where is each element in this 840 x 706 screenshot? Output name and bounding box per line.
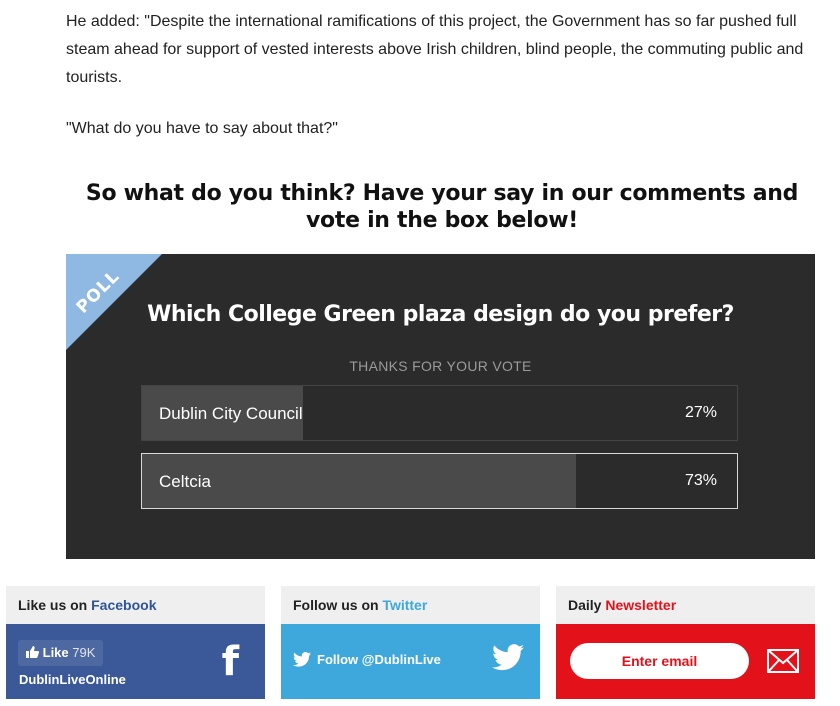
twitter-follow-label: Follow @DublinLive	[317, 652, 441, 667]
twitter-follow-button[interactable]: Follow @DublinLive	[293, 652, 441, 667]
twitter-box: Follow us on Twitter Follow @DublinLive	[281, 586, 540, 699]
poll-option-percent: 73%	[684, 472, 717, 489]
comments-call-to-action: So what do you think? Have your say in o…	[85, 181, 799, 233]
poll-option-label: Celtcia	[159, 472, 211, 491]
facebook-icon[interactable]: f	[222, 638, 239, 686]
envelope-icon[interactable]	[767, 649, 799, 678]
article-paragraph: He added: "Despite the international ram…	[66, 13, 804, 86]
facebook-box: Like us on Facebook Like 79K DublinLiveO…	[6, 586, 265, 699]
article-body: He added: "Despite the international ram…	[66, 8, 816, 166]
thumbs-up-icon	[26, 646, 39, 658]
facebook-page-name[interactable]: DublinLiveOnline	[19, 672, 126, 687]
facebook-heading: Like us on Facebook	[6, 586, 265, 624]
twitter-heading: Follow us on Twitter	[281, 586, 540, 624]
facebook-like-button[interactable]: Like 79K	[18, 640, 104, 666]
twitter-panel: Follow @DublinLive	[281, 624, 540, 699]
twitter-heading-prefix: Follow us on	[293, 597, 379, 613]
poll-widget: POLL Which College Green plaza design do…	[66, 254, 815, 559]
facebook-heading-prefix: Like us on	[18, 597, 88, 613]
poll-option-dublin-city-council[interactable]: Dublin City Council 27%	[141, 385, 738, 441]
twitter-heading-accent[interactable]: Twitter	[382, 597, 427, 613]
twitter-bird-icon	[293, 652, 311, 667]
poll-option-label: Dublin City Council	[159, 404, 303, 423]
facebook-heading-accent[interactable]: Facebook	[91, 597, 156, 613]
newsletter-heading: Daily Newsletter	[556, 586, 815, 624]
twitter-icon[interactable]	[492, 644, 524, 676]
poll-status: THANKS FOR YOUR VOTE	[349, 358, 532, 374]
poll-question: Which College Green plaza design do you …	[147, 302, 734, 327]
newsletter-panel: Enter email	[556, 624, 815, 699]
poll-option-celtcia[interactable]: Celtcia 73%	[141, 453, 738, 509]
facebook-panel: Like 79K DublinLiveOnline f	[6, 624, 265, 699]
article-paragraph: "What do you have to say about that?"	[66, 120, 338, 137]
newsletter-email-input[interactable]: Enter email	[570, 643, 749, 679]
newsletter-box: Daily Newsletter Enter email	[556, 586, 815, 699]
facebook-like-label: Like	[42, 645, 69, 660]
poll-option-percent: 27%	[684, 404, 717, 421]
newsletter-heading-accent: Newsletter	[605, 597, 677, 613]
newsletter-heading-prefix: Daily	[568, 597, 602, 613]
facebook-like-count: 79K	[72, 645, 96, 660]
